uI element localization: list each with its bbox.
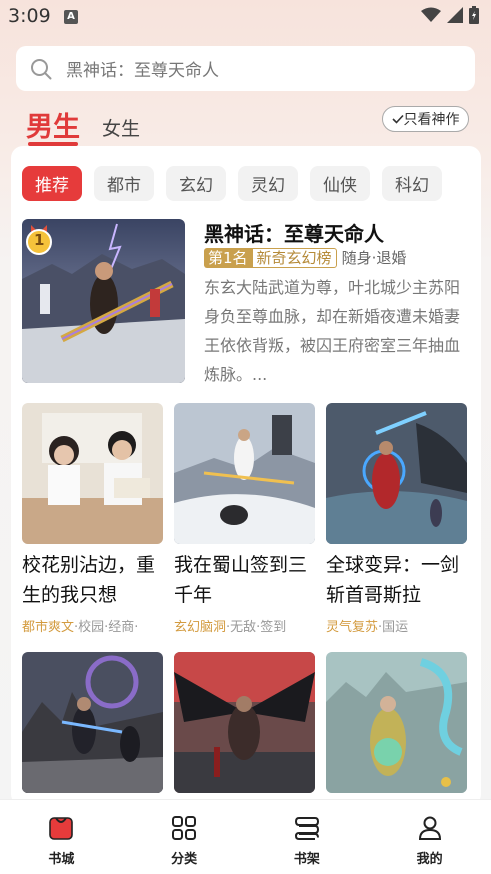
featured-book-cover[interactable]: 1 xyxy=(22,219,185,383)
status-icons xyxy=(421,6,479,24)
search-icon xyxy=(31,58,52,79)
book-item[interactable] xyxy=(174,652,315,793)
book-cover xyxy=(174,652,315,793)
nav-bookstore[interactable]: 书城 xyxy=(0,800,123,874)
book-tag-list: ·无敌·签到 xyxy=(226,620,287,635)
featured-genre: 随身·退婚 xyxy=(341,249,407,267)
signal-icon xyxy=(447,7,463,23)
category-chips: 推荐 都市 玄幻 灵幻 仙侠 科幻 xyxy=(22,166,442,201)
category-chip-recommend[interactable]: 推荐 xyxy=(22,166,82,201)
category-chip-fantasy[interactable]: 玄幻 xyxy=(166,166,226,201)
content-card: 推荐 都市 玄幻 灵幻 仙侠 科幻 1 黑神话：至尊天命人 第1名 新奇玄幻榜 … xyxy=(11,146,481,806)
nav-category[interactable]: 分类 xyxy=(123,800,246,874)
user-icon xyxy=(418,816,441,840)
book-item[interactable]: 我在蜀山签到三千年 玄幻脑洞·无敌·签到 xyxy=(174,403,315,635)
featured-book-title[interactable]: 黑神话：至尊天命人 xyxy=(204,218,384,247)
book-cover xyxy=(22,652,163,793)
book-tag-list: ·国运 xyxy=(378,620,409,635)
search-bar[interactable]: 黑神话：至尊天命人 xyxy=(16,46,475,91)
book-category: 玄幻脑洞 xyxy=(174,620,227,635)
featured-book-description: 东玄大陆武道为尊，叶北城少主苏阳身负至尊血脉，却在新婚夜遭未婚妻王依依背叛，被囚… xyxy=(204,278,461,384)
tab-male-label: 男生 xyxy=(26,112,80,143)
rank-list-name[interactable]: 新奇玄幻榜 xyxy=(251,247,337,268)
bookshelf-icon xyxy=(294,817,319,840)
book-tag-list: ·校园·经商· xyxy=(74,620,139,635)
nav-mine[interactable]: 我的 xyxy=(368,800,491,874)
featured-book-tags: 第1名 新奇玄幻榜 随身·退婚 xyxy=(204,247,406,268)
category-chip-spirit[interactable]: 灵幻 xyxy=(238,166,298,201)
only-masterpiece-label: 只看神作 xyxy=(403,112,460,128)
rank-number: 1 xyxy=(34,231,45,249)
book-item[interactable]: 校花别沾边，重生的我只想 都市爽文·校园·经商· xyxy=(22,403,163,635)
book-title: 校花别沾边，重生的我只想 xyxy=(22,554,156,606)
book-cover xyxy=(174,403,315,544)
book-category: 灵气复苏 xyxy=(326,620,379,635)
notification-icon: A xyxy=(64,10,78,24)
book-title: 我在蜀山签到三千年 xyxy=(174,554,308,606)
category-chip-city[interactable]: 都市 xyxy=(94,166,154,201)
only-masterpiece-button[interactable]: 只看神作 xyxy=(382,106,469,132)
rank-label: 第1名 xyxy=(204,247,252,268)
wifi-icon xyxy=(421,7,441,22)
book-item[interactable] xyxy=(326,652,467,793)
book-item[interactable]: 全球变异：一剑斩首哥斯拉 灵气复苏·国运 xyxy=(326,403,467,635)
book-category: 都市爽文 xyxy=(22,620,75,635)
tab-female[interactable]: 女生 xyxy=(102,114,140,141)
book-title: 全球变异：一剑斩首哥斯拉 xyxy=(326,554,460,606)
book-tags: 玄幻脑洞·无敌·签到 xyxy=(174,616,315,635)
category-chip-xianxia[interactable]: 仙侠 xyxy=(310,166,370,201)
grid-icon xyxy=(172,816,197,840)
category-chip-scifi[interactable]: 科幻 xyxy=(382,166,442,201)
check-icon xyxy=(391,114,404,124)
tab-male[interactable]: 男生 xyxy=(26,105,80,146)
nav-shelf-label: 书架 xyxy=(293,852,320,867)
book-tags: 灵气复苏·国运 xyxy=(326,616,467,635)
book-cover xyxy=(326,403,467,544)
battery-icon xyxy=(469,6,479,24)
status-bar: 3:09 A xyxy=(0,0,491,34)
book-cover xyxy=(326,652,467,793)
nav-bookstore-label: 书城 xyxy=(48,852,75,867)
nav-mine-label: 我的 xyxy=(416,852,443,867)
book-tags: 都市爽文·校园·经商· xyxy=(22,616,163,635)
bottom-nav: 书城 分类 书架 我的 xyxy=(0,799,491,874)
gender-tabs: 男生 女生 xyxy=(26,104,140,146)
search-placeholder: 黑神话：至尊天命人 xyxy=(66,61,219,81)
nav-shelf[interactable]: 书架 xyxy=(246,800,369,874)
bookstore-icon xyxy=(49,817,74,840)
book-cover xyxy=(22,403,163,544)
book-item[interactable] xyxy=(22,652,163,793)
nav-category-label: 分类 xyxy=(171,852,198,867)
status-time: 3:09 xyxy=(8,5,51,27)
